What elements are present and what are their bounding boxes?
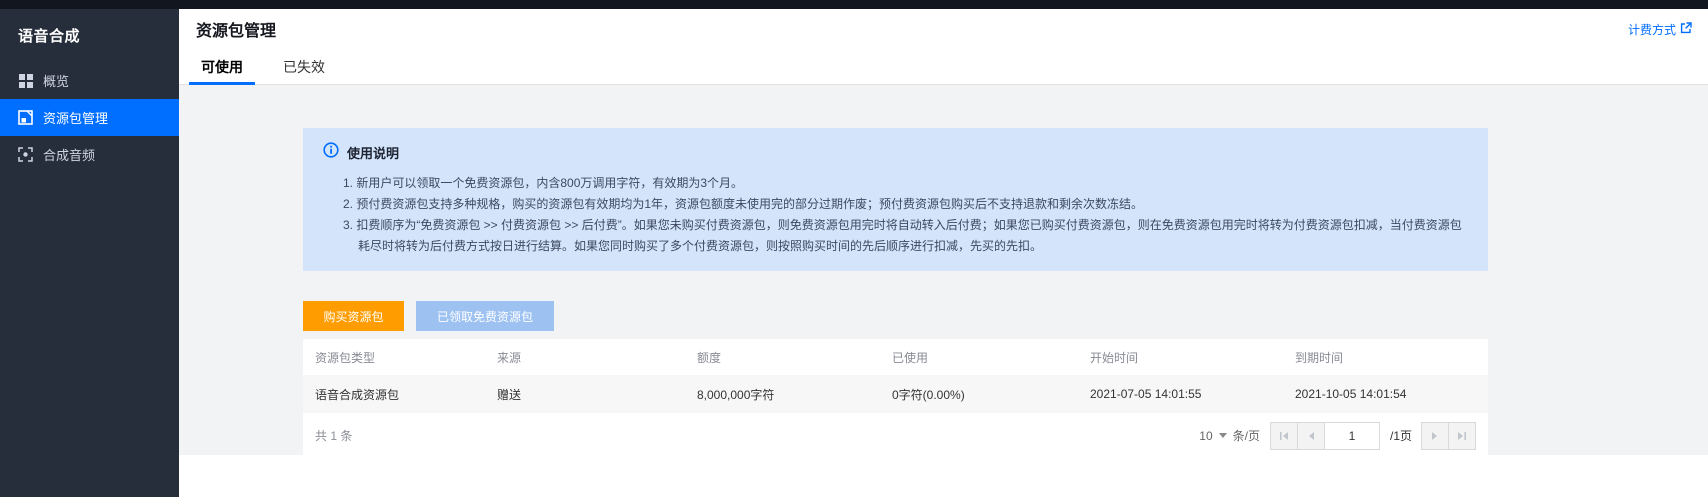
- page-number-input[interactable]: [1324, 422, 1380, 450]
- billing-method-label: 计费方式: [1628, 21, 1676, 38]
- total-count-label: 共 1 条: [315, 427, 352, 444]
- free-package-claimed-button: 已领取免费资源包: [416, 301, 554, 331]
- page-header: 资源包管理 计费方式: [179, 9, 1708, 49]
- cell-source: 赠送: [485, 386, 685, 403]
- sidebar-item-resource-package[interactable]: 资源包管理: [0, 99, 179, 136]
- notice-item: 2. 预付费资源包支持多种规格，购买的资源包有效期均为1年，资源包额度未使用完的…: [343, 194, 1468, 215]
- notice-list: 1. 新用户可以领取一个免费资源包，内含800万调用字符，有效期为3个月。 2.…: [323, 173, 1468, 257]
- cell-expire-time: 2021-10-05 14:01:54: [1283, 387, 1488, 401]
- app-window: 语音合成 概览 资源包管理: [0, 0, 1708, 497]
- bottom-strip: [179, 455, 1708, 497]
- cell-quota: 8,000,000字符: [685, 386, 880, 403]
- column-header: 开始时间: [1078, 349, 1283, 366]
- prev-page-button[interactable]: [1297, 422, 1325, 450]
- column-header: 到期时间: [1283, 349, 1488, 366]
- billing-method-link[interactable]: 计费方式: [1628, 21, 1692, 38]
- sidebar-item-label: 资源包管理: [43, 108, 108, 127]
- sidebar-item-overview[interactable]: 概览: [0, 62, 179, 99]
- resource-package-table: 资源包类型 来源 额度 已使用 开始时间 到期时间 语音合成资源包 赠送 8,0…: [303, 339, 1488, 455]
- cell-used: 0字符(0.00%): [880, 386, 1078, 403]
- info-icon: [323, 142, 339, 163]
- page-size-select[interactable]: 10 条/页: [1199, 427, 1260, 444]
- tab-expired[interactable]: 已失效: [271, 49, 337, 84]
- notice-title: 使用说明: [347, 143, 399, 162]
- tab-content-area: 使用说明 1. 新用户可以领取一个免费资源包，内含800万调用字符，有效期为3个…: [179, 85, 1708, 455]
- chevron-down-icon: [1219, 433, 1227, 438]
- action-button-row: 购买资源包 已领取免费资源包: [303, 301, 1488, 331]
- page-size-value: 10: [1199, 429, 1212, 443]
- sidebar-item-label: 概览: [43, 71, 69, 90]
- overview-grid-icon: [18, 73, 33, 88]
- buy-package-button[interactable]: 购买资源包: [303, 301, 404, 331]
- notice-item: 3. 扣费顺序为“免费资源包 >> 付费资源包 >> 后付费”。如果您未购买付费…: [343, 215, 1468, 257]
- resource-package-icon: [18, 110, 33, 125]
- prev-page-icon: [1306, 431, 1316, 441]
- cell-start-time: 2021-07-05 14:01:55: [1078, 387, 1283, 401]
- column-header: 来源: [485, 349, 685, 366]
- table-footer: 共 1 条 10 条/页: [303, 413, 1488, 455]
- sidebar-item-label: 合成音频: [43, 145, 95, 164]
- page-title: 资源包管理: [196, 17, 276, 41]
- external-link-icon: [1680, 22, 1692, 37]
- last-page-button[interactable]: [1448, 422, 1476, 450]
- top-bar: [0, 0, 1708, 9]
- pager: /1页: [1270, 422, 1476, 450]
- table-row: 语音合成资源包 赠送 8,000,000字符 0字符(0.00%) 2021-0…: [303, 375, 1488, 413]
- first-page-button[interactable]: [1270, 422, 1298, 450]
- sidebar: 语音合成 概览 资源包管理: [0, 9, 179, 497]
- sidebar-item-synth-audio[interactable]: 合成音频: [0, 136, 179, 173]
- column-header: 已使用: [880, 349, 1078, 366]
- sidebar-product-title: 语音合成: [0, 9, 179, 60]
- per-page-label: 条/页: [1233, 427, 1260, 444]
- sidebar-menu: 概览 资源包管理 合成音频: [0, 62, 179, 173]
- synth-audio-icon: [18, 147, 33, 162]
- column-header: 资源包类型: [303, 349, 485, 366]
- table-header-row: 资源包类型 来源 额度 已使用 开始时间 到期时间: [303, 339, 1488, 375]
- page-total-label: /1页: [1380, 427, 1422, 444]
- tab-bar: 可使用 已失效: [179, 49, 1708, 85]
- tab-usable[interactable]: 可使用: [189, 49, 255, 84]
- usage-notice-banner: 使用说明 1. 新用户可以领取一个免费资源包，内含800万调用字符，有效期为3个…: [303, 128, 1488, 271]
- main-panel: 资源包管理 计费方式 可使用 已失效: [179, 9, 1708, 497]
- last-page-icon: [1457, 431, 1467, 441]
- tab-label: 已失效: [283, 57, 325, 77]
- next-page-button[interactable]: [1421, 422, 1449, 450]
- notice-item: 1. 新用户可以领取一个免费资源包，内含800万调用字符，有效期为3个月。: [343, 173, 1468, 194]
- cell-package-type: 语音合成资源包: [303, 386, 485, 403]
- column-header: 额度: [685, 349, 880, 366]
- next-page-icon: [1430, 431, 1440, 441]
- first-page-icon: [1279, 431, 1289, 441]
- tab-label: 可使用: [201, 57, 243, 77]
